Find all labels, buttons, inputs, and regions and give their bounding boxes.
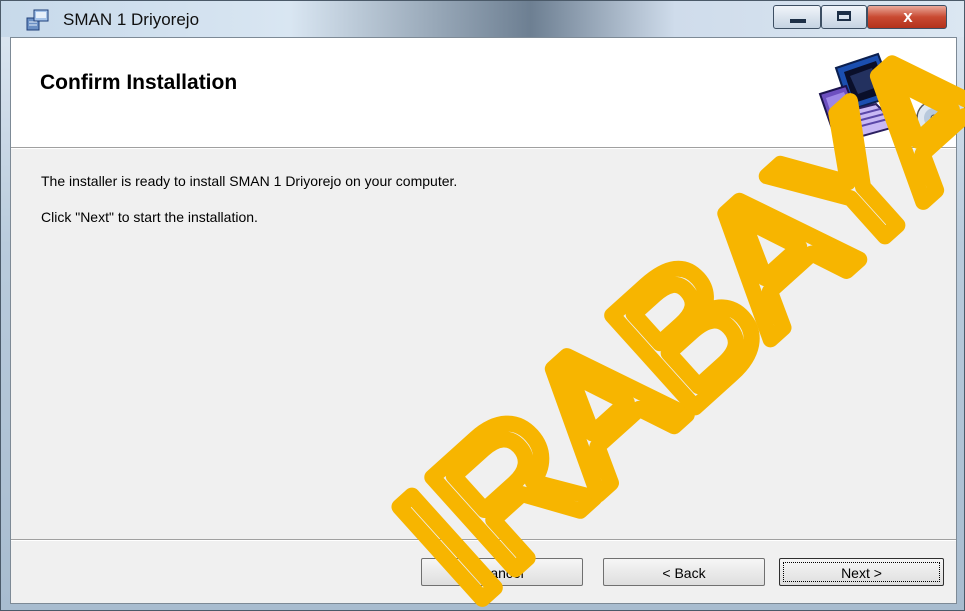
installer-icon xyxy=(26,9,49,31)
footer-divider xyxy=(11,539,956,541)
back-button-label: < Back xyxy=(662,565,706,581)
close-button[interactable]: x xyxy=(867,5,947,29)
page-title: Confirm Installation xyxy=(40,71,238,94)
window-title: SMAN 1 Driyorejo xyxy=(63,10,200,29)
minimize-button[interactable] xyxy=(773,5,821,29)
maximize-button[interactable] xyxy=(821,5,867,29)
installer-window: SMAN 1 Driyorejo x Confirm Installation xyxy=(0,0,965,611)
ready-message: The installer is ready to install SMAN 1… xyxy=(41,173,458,189)
cancel-button-label: Cancel xyxy=(480,565,524,581)
header-banner: Confirm Installation xyxy=(11,38,956,148)
close-icon: x xyxy=(903,7,913,26)
minimize-icon xyxy=(790,19,806,23)
maximize-icon xyxy=(837,11,851,21)
computer-cd-icon xyxy=(818,52,952,142)
title-bar[interactable]: SMAN 1 Driyorejo x xyxy=(1,1,964,37)
next-button-label: Next > xyxy=(841,565,882,581)
cancel-button[interactable]: Cancel xyxy=(421,558,583,586)
dialog-client-area: Confirm Installation The installer is re… xyxy=(10,37,957,604)
next-button[interactable]: Next > xyxy=(779,558,944,586)
instruction-message: Click "Next" to start the installation. xyxy=(41,209,258,225)
header-divider xyxy=(11,148,956,149)
back-button[interactable]: < Back xyxy=(603,558,765,586)
